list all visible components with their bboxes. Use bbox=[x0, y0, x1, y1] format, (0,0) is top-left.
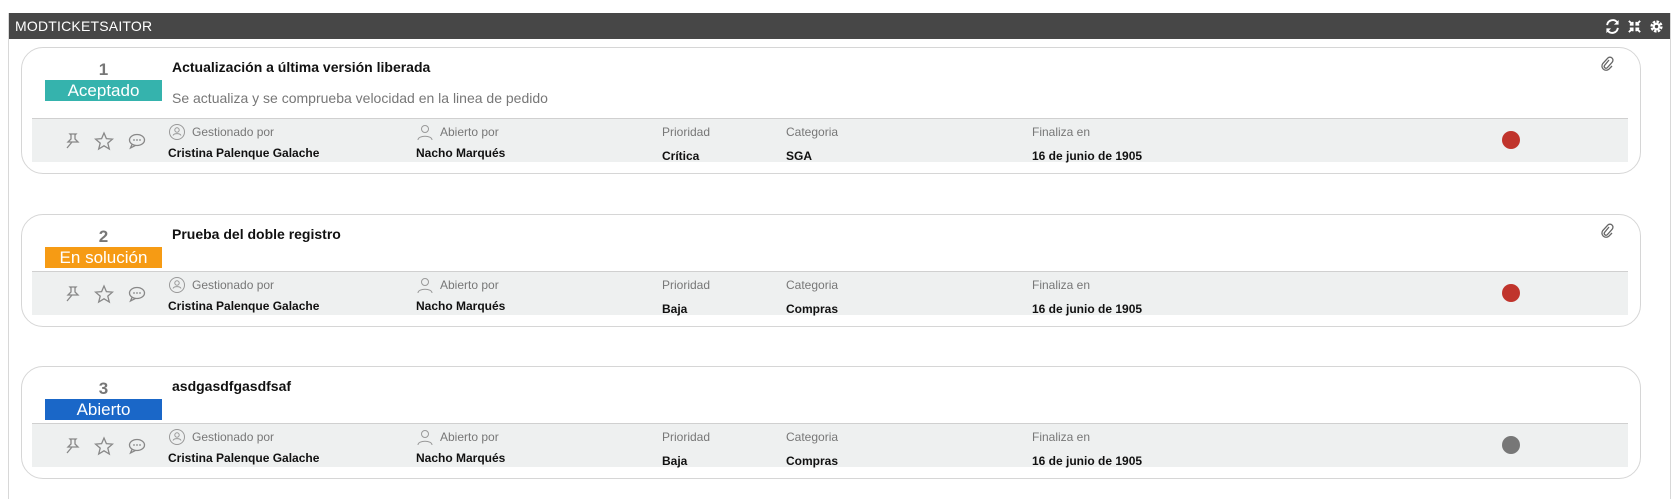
opened-by-label: Abierto por bbox=[440, 278, 499, 292]
priority-field: Prioridad Baja bbox=[662, 428, 710, 468]
category-field: Categoria Compras bbox=[786, 428, 838, 468]
category-value: Compras bbox=[786, 302, 839, 316]
comment-icon[interactable] bbox=[127, 436, 147, 456]
ticket-card-3[interactable]: 3 Abierto asdgasdfgasdfsaf Gestionado po… bbox=[21, 366, 1641, 479]
pin-icon[interactable] bbox=[62, 131, 82, 151]
ticket-footer: Gestionado por Cristina Palenque Galache… bbox=[32, 118, 1628, 163]
category-label: Categoria bbox=[786, 430, 839, 444]
user-circle-icon bbox=[169, 124, 185, 140]
category-label: Categoria bbox=[786, 278, 839, 292]
category-label: Categoria bbox=[786, 125, 839, 139]
star-icon[interactable] bbox=[93, 436, 115, 456]
opened-by-field: Abierto por Nacho Marqués bbox=[416, 123, 505, 160]
ticket-card-2[interactable]: 2 En solución Prueba del doble registro … bbox=[21, 214, 1641, 327]
opened-by-label: Abierto por bbox=[440, 430, 499, 444]
ends-in-label: Finaliza en bbox=[1032, 125, 1091, 139]
managed-by-label: Gestionado por bbox=[192, 278, 275, 292]
managed-by-value: Cristina Palenque Galache bbox=[168, 146, 320, 160]
panel-title: MODTICKETSAITOR bbox=[15, 18, 153, 34]
managed-by-label: Gestionado por bbox=[192, 430, 275, 444]
ends-in-value: 16 de junio de 1905 bbox=[1032, 149, 1143, 163]
pin-icon[interactable] bbox=[62, 284, 82, 304]
status-dot bbox=[1502, 131, 1520, 149]
ends-in-field: Finaliza en 16 de junio de 1905 bbox=[1032, 123, 1142, 163]
panel-actions bbox=[1604, 18, 1664, 34]
ticket-footer: Gestionado por Cristina Palenque Galache… bbox=[32, 423, 1628, 468]
priority-value: Baja bbox=[662, 302, 688, 316]
category-value: SGA bbox=[786, 149, 813, 163]
ends-in-label: Finaliza en bbox=[1032, 278, 1091, 292]
managed-by-field: Gestionado por Cristina Palenque Galache bbox=[168, 123, 319, 160]
comment-icon[interactable] bbox=[127, 131, 147, 151]
category-value: Compras bbox=[786, 454, 839, 468]
refresh-icon[interactable] bbox=[1604, 18, 1620, 34]
user-icon bbox=[417, 125, 433, 141]
ticket-number: 1 bbox=[98, 60, 109, 79]
priority-label: Prioridad bbox=[662, 125, 711, 139]
category-field: Categoria Compras bbox=[786, 276, 838, 316]
opened-by-field: Abierto por Nacho Marqués bbox=[416, 276, 505, 313]
opened-by-value: Nacho Marqués bbox=[416, 299, 506, 313]
user-icon bbox=[417, 430, 433, 446]
status-badge: En solución bbox=[45, 247, 162, 268]
status-badge: Aceptado bbox=[45, 80, 162, 101]
ticket-title[interactable]: Prueba del doble registro bbox=[172, 226, 341, 242]
ticket-title[interactable]: asdgasdfgasdfsaf bbox=[172, 378, 291, 394]
comment-icon[interactable] bbox=[127, 284, 147, 304]
managed-by-field: Gestionado por Cristina Palenque Galache bbox=[168, 276, 319, 313]
ends-in-value: 16 de junio de 1905 bbox=[1032, 302, 1143, 316]
opened-by-value: Nacho Marqués bbox=[416, 146, 506, 160]
status-dot bbox=[1502, 436, 1520, 454]
managed-by-value: Cristina Palenque Galache bbox=[168, 299, 320, 313]
ticket-footer: Gestionado por Cristina Palenque Galache… bbox=[32, 271, 1628, 316]
priority-label: Prioridad bbox=[662, 278, 711, 292]
opened-by-label: Abierto por bbox=[440, 125, 499, 139]
collapse-icon[interactable] bbox=[1626, 18, 1642, 34]
ticket-description: Se actualiza y se comprueba velocidad en… bbox=[172, 90, 548, 106]
user-circle-icon bbox=[169, 429, 185, 445]
status-dot bbox=[1502, 284, 1520, 302]
ends-in-value: 16 de junio de 1905 bbox=[1032, 454, 1143, 468]
user-circle-icon bbox=[169, 277, 185, 293]
ends-in-field: Finaliza en 16 de junio de 1905 bbox=[1032, 428, 1142, 468]
ticket-number: 2 bbox=[98, 227, 109, 246]
paperclip-icon[interactable] bbox=[1600, 56, 1614, 72]
opened-by-field: Abierto por Nacho Marqués bbox=[416, 428, 505, 465]
settings-icon[interactable] bbox=[1648, 18, 1664, 34]
pin-icon[interactable] bbox=[62, 436, 82, 456]
priority-value: Baja bbox=[662, 454, 688, 468]
ticket-number: 3 bbox=[98, 379, 109, 398]
status-badge: Abierto bbox=[45, 399, 162, 420]
star-icon[interactable] bbox=[93, 284, 115, 304]
opened-by-value: Nacho Marqués bbox=[416, 451, 506, 465]
paperclip-icon[interactable] bbox=[1600, 223, 1614, 239]
panel-header: MODTICKETSAITOR bbox=[9, 13, 1670, 39]
managed-by-field: Gestionado por Cristina Palenque Galache bbox=[168, 428, 319, 465]
ends-in-label: Finaliza en bbox=[1032, 430, 1091, 444]
ticket-card-1[interactable]: 1 Aceptado Actualización a última versió… bbox=[21, 47, 1641, 174]
priority-value: Crítica bbox=[662, 149, 700, 163]
ticket-title[interactable]: Actualización a última versión liberada bbox=[172, 59, 430, 75]
managed-by-value: Cristina Palenque Galache bbox=[168, 451, 320, 465]
star-icon[interactable] bbox=[93, 131, 115, 151]
user-icon bbox=[417, 278, 433, 294]
category-field: Categoria SGA bbox=[786, 123, 838, 163]
ends-in-field: Finaliza en 16 de junio de 1905 bbox=[1032, 276, 1142, 316]
priority-field: Prioridad Crítica bbox=[662, 123, 710, 163]
managed-by-label: Gestionado por bbox=[192, 125, 275, 139]
priority-label: Prioridad bbox=[662, 430, 711, 444]
priority-field: Prioridad Baja bbox=[662, 276, 710, 316]
